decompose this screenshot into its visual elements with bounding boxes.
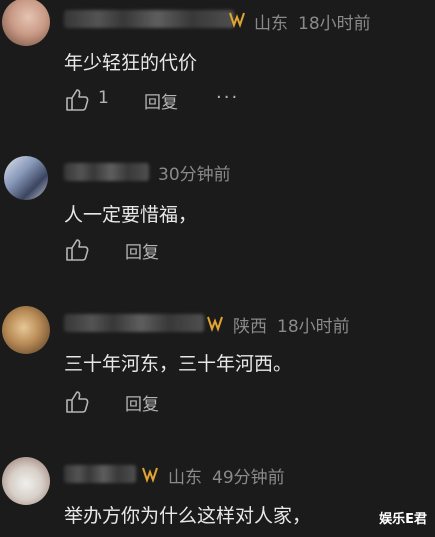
fan-badge-icon	[207, 316, 223, 332]
avatar[interactable]	[4, 156, 48, 200]
thumbs-up-icon[interactable]	[64, 237, 90, 263]
timestamp: 30分钟前	[158, 165, 231, 185]
fan-badge-icon	[229, 12, 245, 28]
more-button[interactable]: ···	[216, 87, 239, 108]
timestamp: 49分钟前	[212, 468, 285, 488]
comment-text: 三十年河东，三十年河西。	[64, 353, 293, 375]
username-blurred[interactable]	[64, 465, 136, 483]
reply-button[interactable]: 回复	[144, 88, 178, 113]
timestamp: 18小时前	[277, 317, 350, 337]
username-blurred[interactable]	[64, 163, 149, 181]
location: 山东	[254, 14, 288, 34]
fan-badge-icon	[142, 467, 158, 483]
comment-text: 举办方你为什么这样对人家，	[64, 505, 312, 527]
comment-actions: 回复	[64, 237, 204, 263]
comment-meta: 陕西 18小时前	[233, 312, 350, 337]
avatar[interactable]	[2, 306, 50, 354]
comment-actions: 回复	[64, 389, 204, 415]
comment-meta: 山东 49分钟前	[168, 463, 285, 488]
like-count: 1	[98, 88, 109, 108]
avatar[interactable]	[2, 457, 50, 505]
location: 陕西	[233, 317, 267, 337]
comment-text: 年少轻狂的代价	[64, 52, 198, 74]
location: 山东	[168, 468, 202, 488]
comment-meta: 山东 18小时前	[254, 9, 371, 34]
comment-meta: 30分钟前	[158, 160, 231, 185]
username-blurred[interactable]	[64, 10, 234, 28]
reply-button[interactable]: 回复	[125, 238, 159, 263]
thumbs-up-icon[interactable]	[64, 389, 90, 415]
comment-text: 人一定要惜福，	[64, 204, 198, 226]
reply-button[interactable]: 回复	[125, 390, 159, 415]
comment-actions: 1 回复 ···	[64, 87, 264, 113]
username-blurred[interactable]	[64, 314, 204, 332]
watermark: 娱乐E君	[379, 512, 427, 527]
thumbs-up-icon[interactable]	[64, 87, 90, 113]
avatar[interactable]	[2, 0, 50, 46]
timestamp: 18小时前	[298, 14, 371, 34]
